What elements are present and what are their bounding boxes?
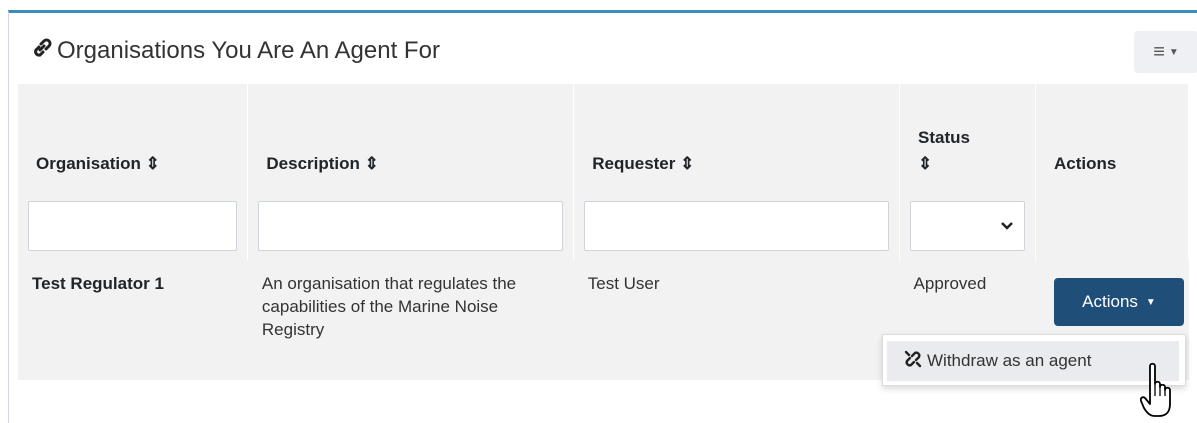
description-cell: An organisation that regulates the capab… — [261, 274, 517, 339]
column-header-organisation[interactable]: Organisation ⇕ — [18, 84, 249, 192]
column-header-actions: Actions — [1035, 84, 1189, 192]
column-header-status[interactable]: Status ⇕ — [899, 84, 1036, 192]
filter-row — [18, 192, 1189, 260]
caret-down-icon: ▼ — [1145, 296, 1156, 308]
column-header-requester[interactable]: Requester ⇕ — [573, 84, 901, 192]
withdraw-as-agent-label: Withdraw as an agent — [927, 351, 1092, 370]
column-header-description[interactable]: Description ⇕ — [247, 84, 575, 192]
table-header-row: Organisation ⇕ Description ⇕ Requester ⇕… — [18, 84, 1189, 192]
hand-pointer-cursor-icon — [1139, 362, 1180, 423]
link-icon — [31, 37, 57, 66]
requester-filter-input[interactable] — [584, 201, 890, 251]
actions-dropdown-button[interactable]: Actions ▼ — [1054, 278, 1184, 326]
actions-filter-cell — [1035, 192, 1189, 260]
sort-icon[interactable]: ⇕ — [918, 154, 1025, 174]
sort-icon[interactable]: ⇕ — [146, 154, 160, 173]
panel-title-text: Organisations You Are An Agent For — [57, 37, 440, 64]
table-options-button[interactable]: ≡ ▼ — [1134, 31, 1197, 73]
sort-icon[interactable]: ⇕ — [680, 154, 694, 173]
caret-down-icon: ▼ — [1168, 46, 1179, 58]
chevron-down-icon — [1000, 218, 1014, 237]
description-filter-input[interactable] — [258, 201, 564, 251]
requester-cell: Test User — [587, 274, 660, 293]
unlink-icon — [903, 349, 927, 374]
panel-title: Organisations You Are An Agent For — [31, 33, 440, 69]
hamburger-menu-icon: ≡ — [1153, 40, 1165, 63]
organisation-filter-input[interactable] — [28, 201, 238, 251]
status-filter-select[interactable] — [910, 201, 1025, 251]
actions-button-label: Actions — [1082, 292, 1138, 311]
sort-icon[interactable]: ⇕ — [365, 154, 379, 173]
organisation-cell: Test Regulator 1 — [32, 274, 164, 293]
withdraw-as-agent-menu-item[interactable]: Withdraw as an agent — [887, 341, 1179, 381]
